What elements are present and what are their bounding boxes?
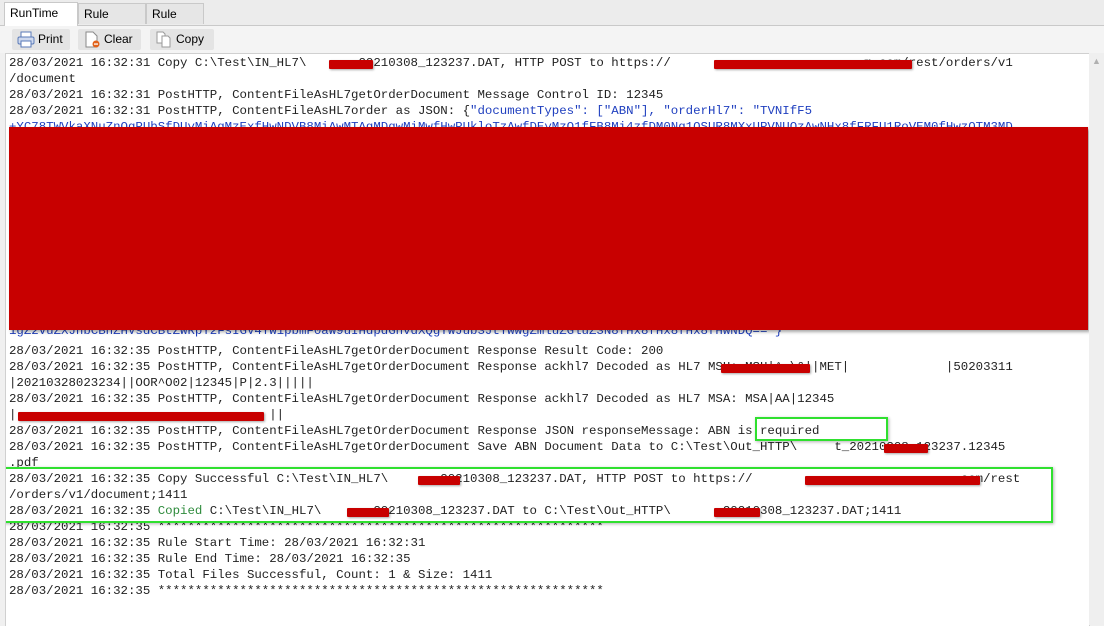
highlight-copy-success xyxy=(6,467,1053,523)
copy-icon xyxy=(156,31,171,48)
json-fragment: "documentTypes": ["ABN"], "orderHl7": "T… xyxy=(470,104,813,118)
log-line-prefix: 28/03/2021 16:32:31 PostHTTP, ContentFil… xyxy=(9,104,471,118)
log-line: 28/03/2021 16:32:35 PostHTTP, ContentFil… xyxy=(9,440,1006,454)
log-line: 28/03/2021 16:32:35 PostHTTP, ContentFil… xyxy=(9,392,835,406)
redaction-block xyxy=(9,127,1088,330)
printer-icon xyxy=(17,31,35,48)
copy-label: Copy xyxy=(176,32,205,46)
log-line: 28/03/2021 16:32:35 PostHTTP, ContentFil… xyxy=(9,344,664,358)
log-line: 28/03/2021 16:32:31 PostHTTP, ContentFil… xyxy=(9,88,664,102)
log-line: 28/03/2021 16:32:35 PostHTTP, ContentFil… xyxy=(9,360,1013,374)
clear-document-icon xyxy=(85,31,100,48)
log-line: /document xyxy=(9,72,76,86)
tab-runtime-log[interactable]: RunTime Log xyxy=(4,2,78,41)
clear-button[interactable]: Clear xyxy=(78,29,141,50)
log-line: 28/03/2021 16:32:35 Rule Start Time: 28/… xyxy=(9,536,426,550)
log-line: 28/03/2021 16:32:35 Total Files Successf… xyxy=(9,568,493,582)
toolbar: Print Clear Copy xyxy=(0,26,1104,53)
highlight-abn-required xyxy=(755,417,888,441)
redaction-mark xyxy=(714,60,912,69)
runtime-log-text-area[interactable]: 28/03/2021 16:32:31 Copy C:\Test\IN_HL7\… xyxy=(5,53,1090,626)
redaction-mark xyxy=(18,412,264,421)
log-line: 28/03/2021 16:32:35 Rule End Time: 28/03… xyxy=(9,552,411,566)
copy-button[interactable]: Copy xyxy=(150,29,214,50)
redaction-mark xyxy=(721,364,810,373)
redaction-mark xyxy=(329,60,373,69)
scroll-up-arrow-icon[interactable]: ▲ xyxy=(1091,57,1102,66)
tab-rule-info[interactable]: Rule Info xyxy=(146,3,204,42)
log-line: |20210328023234||OOR^O02|12345|P|2.3||||… xyxy=(9,376,314,390)
log-line: 28/03/2021 16:32:35 PostHTTP, ContentFil… xyxy=(9,424,820,438)
log-line: 28/03/2021 16:32:35 ********************… xyxy=(9,584,604,598)
print-label: Print xyxy=(38,32,63,46)
tab-rule-report[interactable]: Rule Report xyxy=(78,3,146,42)
clear-label: Clear xyxy=(104,32,133,46)
vertical-scrollbar[interactable]: ▲ xyxy=(1089,53,1104,625)
tab-bar: RunTime Log Rule Report Rule Info xyxy=(0,0,1104,42)
print-button[interactable]: Print xyxy=(12,29,70,50)
log-line: 28/03/2021 16:32:31 PostHTTP, ContentFil… xyxy=(9,103,812,119)
redaction-mark xyxy=(884,444,928,453)
